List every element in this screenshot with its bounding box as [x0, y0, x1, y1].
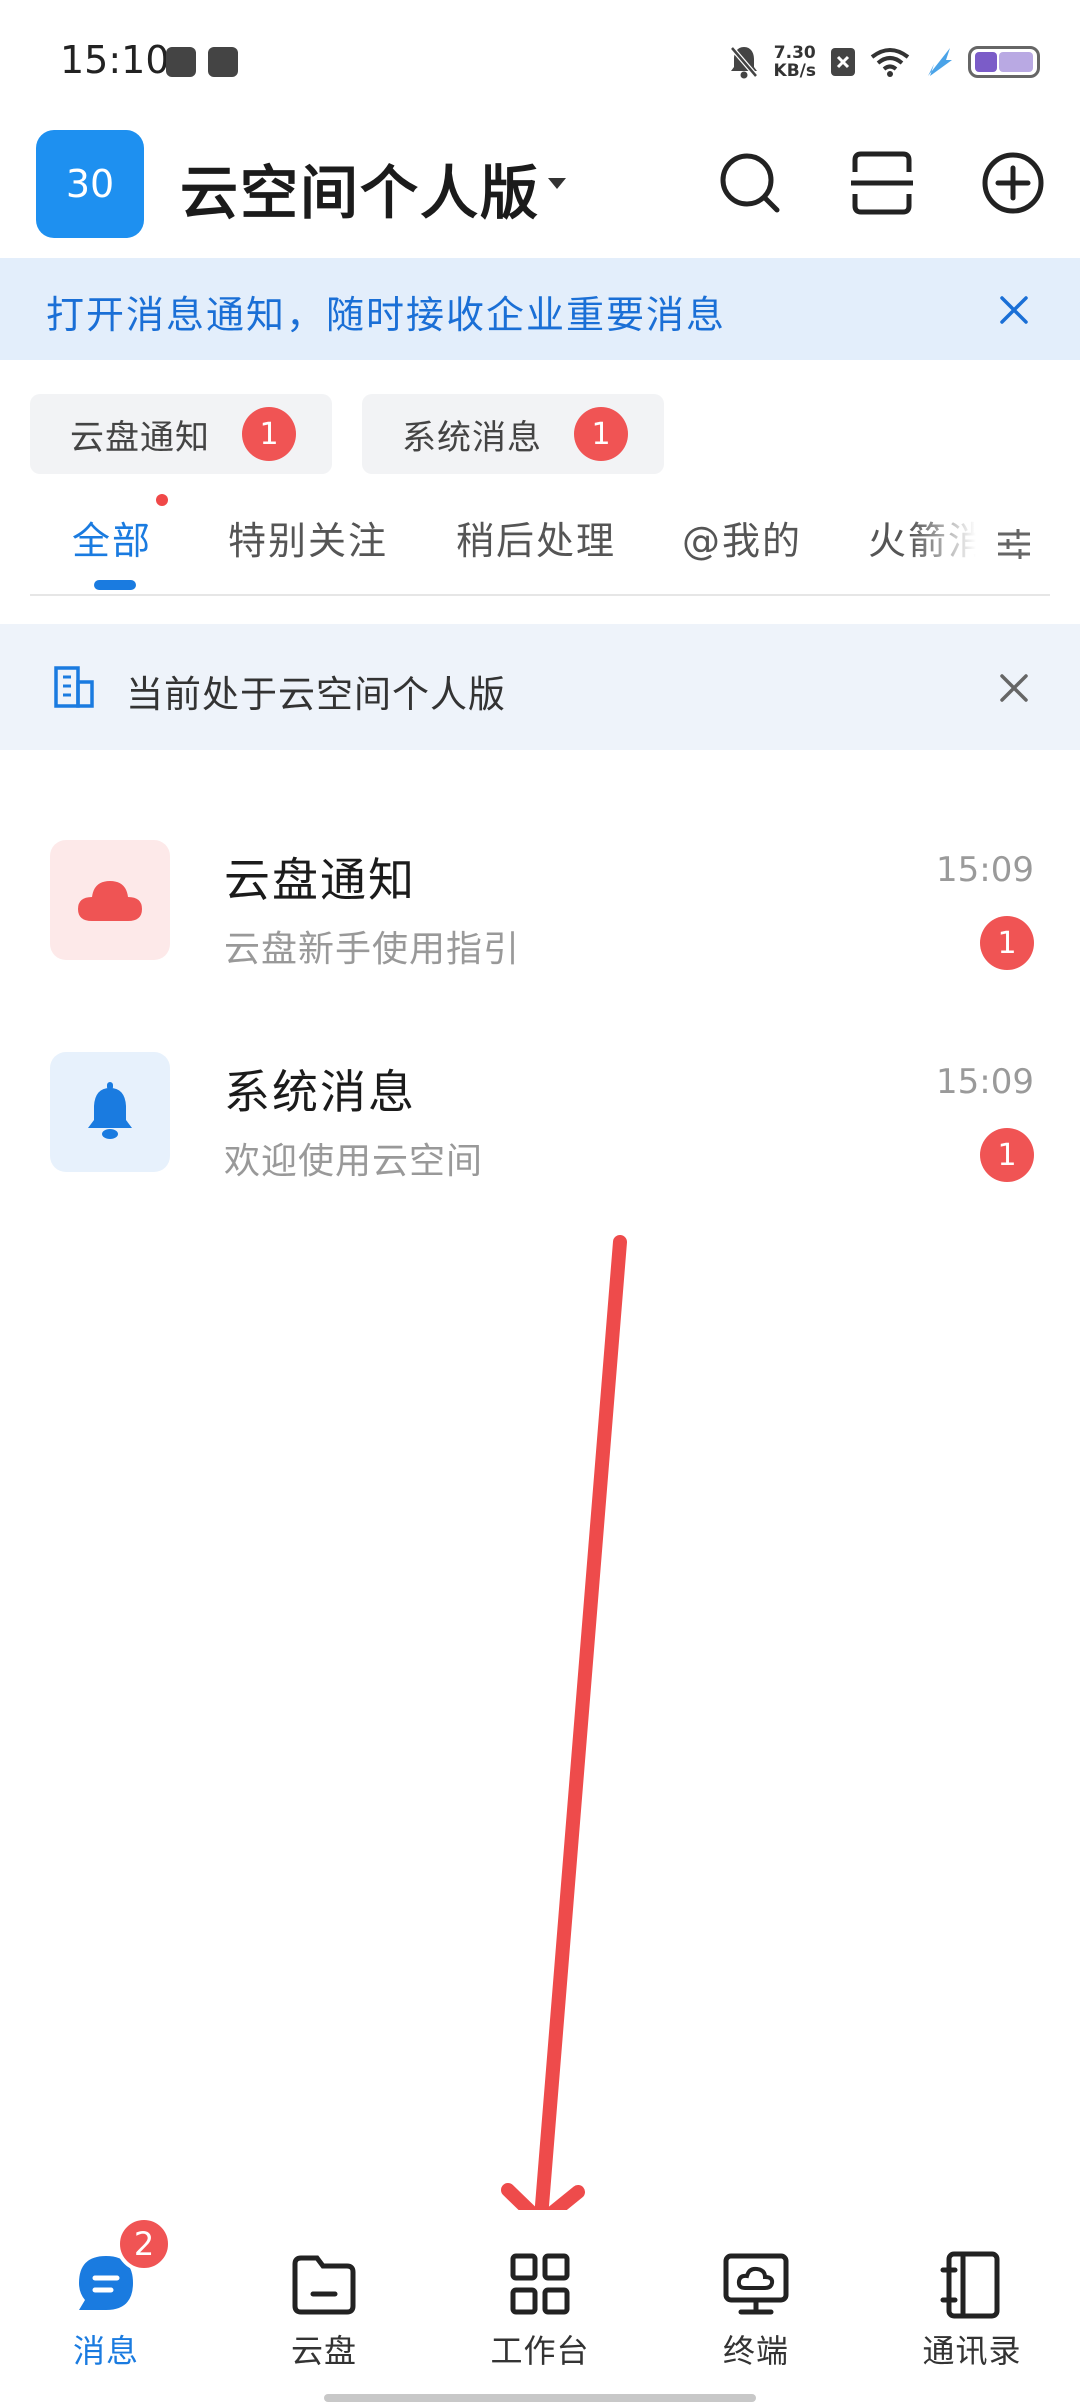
- message-avatar: [50, 840, 170, 960]
- list-item-cloud-notice[interactable]: 云盘通知 云盘新手使用指引 15:09 1: [0, 840, 1080, 1020]
- message-title: 云盘通知: [224, 853, 416, 907]
- close-icon[interactable]: [994, 290, 1034, 330]
- nav-badge: 2: [116, 2216, 172, 2272]
- message-subtitle: 云盘新手使用指引: [224, 929, 521, 970]
- unread-dot: [156, 494, 168, 506]
- tab-special-follow[interactable]: 特别关注: [228, 510, 388, 565]
- chip-system-message[interactable]: 系统消息 1: [362, 394, 664, 474]
- cloud-icon: [78, 881, 142, 921]
- message-subtitle: 欢迎使用云空间: [224, 1141, 484, 1182]
- message-title: 系统消息: [224, 1065, 416, 1119]
- chip-label: 云盘通知: [70, 417, 210, 458]
- scan-icon[interactable]: [847, 148, 917, 218]
- active-tab-indicator: [94, 580, 136, 590]
- status-right-group: 7.30 KB/s: [728, 40, 1040, 84]
- chip-cloud-notice[interactable]: 云盘通知 1: [30, 394, 332, 474]
- battery-icon: [968, 46, 1040, 78]
- charging-icon: [928, 48, 952, 76]
- chip-badge: 1: [242, 407, 296, 461]
- nav-label: 终端: [722, 2332, 789, 2370]
- mail-notification-icon: [166, 47, 196, 77]
- edition-notice-text: 当前处于云空间个人版: [126, 673, 506, 716]
- notification-banner-text: 打开消息通知，随时接收企业重要消息: [46, 293, 727, 337]
- unread-badge: 1: [980, 1128, 1034, 1182]
- bottom-nav: 2 消息 云盘 工作台 终端 通讯录: [0, 2210, 1080, 2370]
- unread-badge: 1: [980, 916, 1034, 970]
- search-icon[interactable]: [715, 148, 785, 218]
- chip-badge: 1: [574, 407, 628, 461]
- status-bar: 15:10 7.30 KB/s: [0, 0, 1080, 120]
- message-filter-tabs: 全部 特别关注 稍后处理 @我的 火箭消: [30, 494, 1050, 596]
- caret-down-icon[interactable]: [548, 178, 566, 189]
- app-notification-icon: [208, 47, 238, 77]
- nav-messages[interactable]: 2 消息: [16, 2210, 196, 2370]
- workspace-logo-text: 30: [65, 162, 115, 206]
- nav-label: 消息: [72, 2332, 139, 2370]
- tab-mentions[interactable]: @我的: [682, 510, 802, 565]
- app-header: 30 云空间个人版: [0, 120, 1080, 260]
- tab-later[interactable]: 稍后处理: [456, 510, 616, 565]
- message-avatar: [50, 1052, 170, 1172]
- net-speed-value: 7.30: [773, 43, 816, 63]
- message-time: 15:09: [936, 1062, 1034, 1102]
- grid-icon: [510, 2253, 570, 2315]
- edition-notice-banner: 当前处于云空间个人版: [0, 624, 1080, 750]
- home-indicator[interactable]: [324, 2394, 756, 2402]
- nav-contacts[interactable]: 通讯录: [882, 2210, 1062, 2370]
- nav-label: 工作台: [490, 2332, 590, 2370]
- bell-icon: [88, 1082, 132, 1139]
- wifi-icon: [870, 48, 910, 77]
- nav-label: 通讯录: [922, 2332, 1022, 2370]
- folder-icon: [292, 2255, 356, 2315]
- add-icon[interactable]: [978, 148, 1048, 218]
- message-time: 15:09: [936, 850, 1034, 890]
- tab-settings-icon[interactable]: [994, 524, 1034, 564]
- contacts-icon: [940, 2251, 1000, 2319]
- mute-bell-icon: [729, 46, 758, 79]
- terminal-icon: [723, 2253, 789, 2315]
- building-icon: [54, 666, 94, 708]
- chip-label: 系统消息: [402, 417, 542, 458]
- net-speed-unit: KB/s: [773, 61, 816, 81]
- workspace-logo[interactable]: 30: [36, 130, 144, 238]
- sim-off-icon: [831, 48, 855, 76]
- nav-cloud-disk[interactable]: 云盘: [234, 2210, 414, 2370]
- status-time: 15:10: [60, 38, 170, 82]
- close-icon[interactable]: [994, 668, 1034, 708]
- tab-all[interactable]: 全部: [72, 510, 152, 565]
- nav-workbench[interactable]: 工作台: [450, 2210, 630, 2370]
- net-speed: 7.30 KB/s: [774, 44, 816, 80]
- notification-permission-banner[interactable]: 打开消息通知，随时接收企业重要消息: [0, 258, 1080, 360]
- list-item-system-message[interactable]: 系统消息 欢迎使用云空间 15:09 1: [0, 1052, 1080, 1232]
- workspace-title[interactable]: 云空间个人版: [180, 146, 540, 230]
- nav-terminal[interactable]: 终端: [666, 2210, 846, 2370]
- nav-label: 云盘: [290, 2332, 357, 2370]
